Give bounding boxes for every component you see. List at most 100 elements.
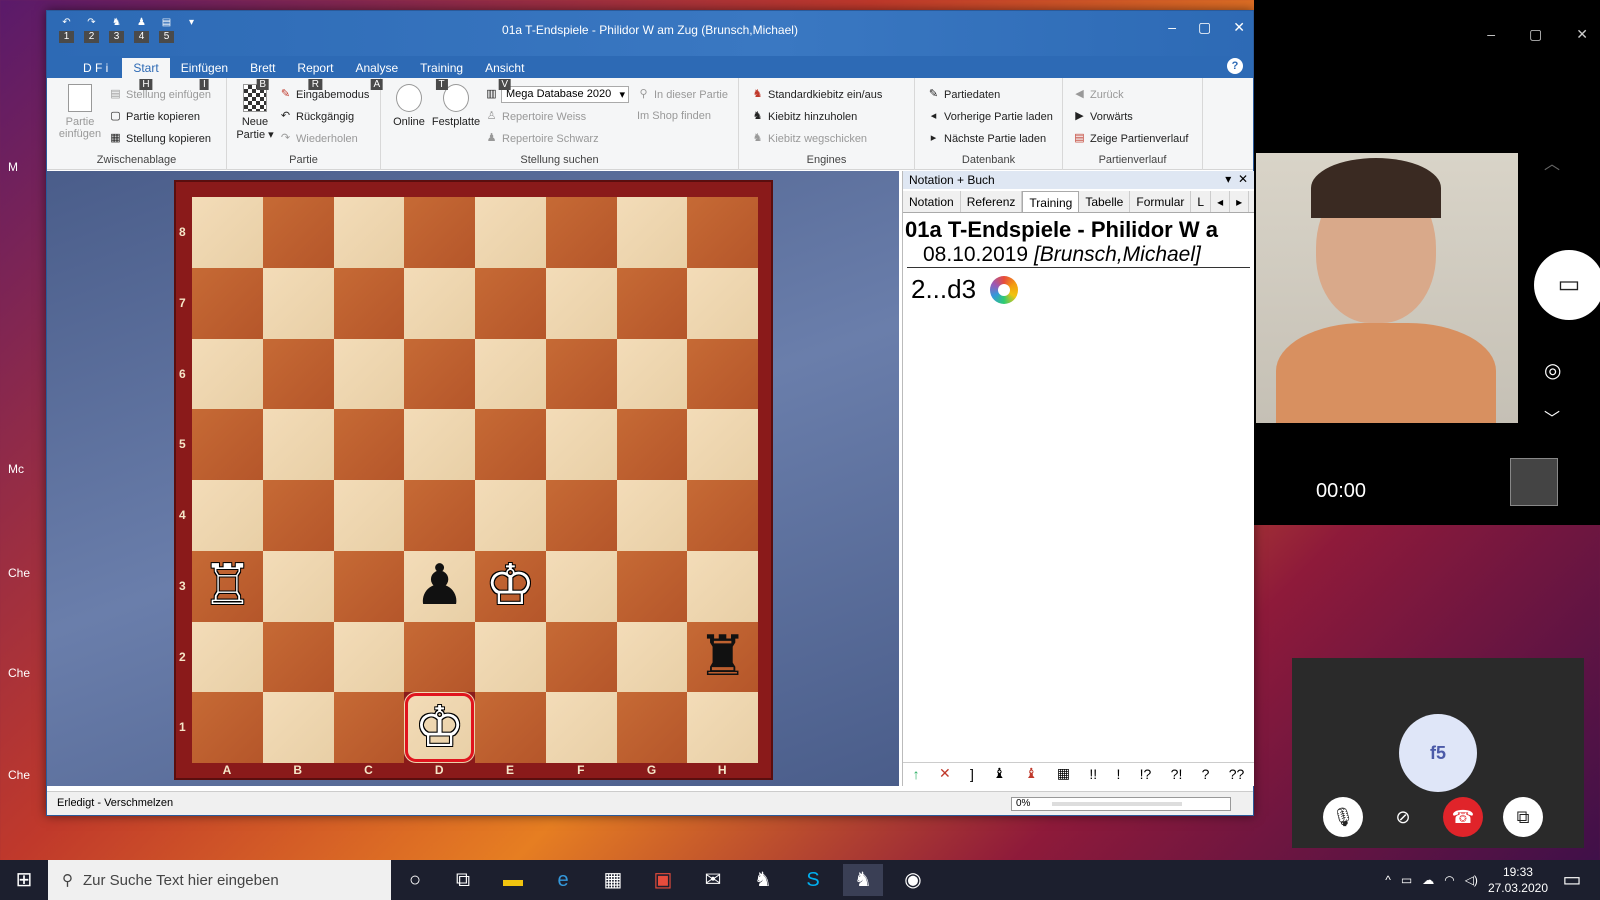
- tab-training[interactable]: Training T: [409, 58, 474, 90]
- square-d2[interactable]: [404, 621, 475, 693]
- square-h4[interactable]: [687, 480, 758, 551]
- square-g2[interactable]: [616, 621, 688, 693]
- square-h7[interactable]: [687, 267, 758, 339]
- edge-icon[interactable]: e: [543, 864, 583, 896]
- square-h6[interactable]: [687, 338, 758, 410]
- tab-brett[interactable]: Brett B: [239, 58, 286, 90]
- input-mode-button[interactable]: ✎ Eingabemodus: [279, 88, 370, 101]
- square-h2[interactable]: ♜: [687, 621, 758, 693]
- square-d3[interactable]: ♟: [404, 550, 475, 622]
- square-f3[interactable]: [545, 550, 617, 622]
- database-select[interactable]: Mega Database 2020 ▾: [501, 86, 629, 103]
- clock[interactable]: 19:33 27.03.2020: [1488, 864, 1548, 896]
- mail-icon[interactable]: ✉: [693, 864, 733, 896]
- square-e2[interactable]: [475, 621, 546, 693]
- annotation-symbol[interactable]: ?: [1202, 766, 1210, 782]
- annotation-symbol[interactable]: !!: [1089, 766, 1097, 782]
- online-search-button[interactable]: Online: [389, 84, 429, 128]
- white-king[interactable]: ♔: [415, 699, 465, 756]
- chevron-up-icon[interactable]: ^: [1385, 873, 1391, 887]
- tab-formular[interactable]: Formular: [1130, 191, 1192, 212]
- square-e6[interactable]: [475, 338, 546, 410]
- tab-training[interactable]: Training: [1022, 191, 1080, 212]
- redo-button[interactable]: ↷ Wiederholen: [279, 132, 358, 145]
- move-text[interactable]: 2...d3: [911, 274, 976, 305]
- tab-more[interactable]: L: [1191, 191, 1212, 212]
- tab-scroll-left-icon[interactable]: ◂: [1211, 191, 1231, 212]
- tab-report[interactable]: Report R: [286, 58, 344, 90]
- square-c2[interactable]: [333, 621, 405, 693]
- square-a3[interactable]: ♖: [192, 550, 263, 622]
- tab-einfuegen[interactable]: Einfügen I: [170, 58, 239, 90]
- square-f8[interactable]: [545, 197, 617, 268]
- square-g4[interactable]: [616, 480, 688, 551]
- file-menu[interactable]: D F i: [69, 58, 122, 78]
- copy-game-button[interactable]: ▢ Partie kopieren: [109, 110, 200, 123]
- back-button[interactable]: ◀ Zurück: [1073, 88, 1123, 101]
- square-a1[interactable]: [192, 692, 263, 763]
- search-input[interactable]: ⚲ Zur Suche Text hier eingeben: [48, 860, 391, 900]
- square-c7[interactable]: [333, 267, 405, 339]
- square-g6[interactable]: [616, 338, 688, 410]
- chevron-down-icon[interactable]: ﹀: [1544, 405, 1560, 429]
- camera-snapshot-icon[interactable]: ◎: [1544, 358, 1561, 383]
- forward-button[interactable]: ▶ Vorwärts: [1073, 110, 1133, 123]
- repertoire-white-button[interactable]: ♙ Repertoire Weiss: [485, 110, 587, 123]
- store-icon[interactable]: ▦: [593, 864, 633, 896]
- square-d1[interactable]: ♔: [404, 692, 475, 763]
- shop-find-button[interactable]: Im Shop finden: [637, 110, 711, 122]
- square-g1[interactable]: [616, 692, 688, 763]
- square-b7[interactable]: [262, 267, 334, 339]
- square-h3[interactable]: [687, 550, 758, 622]
- camera-icon[interactable]: ◉: [893, 864, 933, 896]
- square-g8[interactable]: [616, 197, 688, 268]
- annotation-symbol[interactable]: !?: [1140, 766, 1152, 782]
- gift-icon[interactable]: ▣: [643, 864, 683, 896]
- annotation-symbol[interactable]: ✕: [939, 765, 951, 782]
- square-d8[interactable]: [404, 197, 475, 268]
- disk-search-button[interactable]: Festplatte: [431, 84, 481, 128]
- microphone-icon[interactable]: 🎙: [1323, 797, 1363, 837]
- volume-icon[interactable]: ◁): [1465, 873, 1478, 887]
- tab-referenz[interactable]: Referenz: [961, 191, 1023, 212]
- tab-tabelle[interactable]: Tabelle: [1079, 191, 1131, 212]
- maximize-icon[interactable]: ▢: [1198, 19, 1211, 36]
- battery-icon[interactable]: ▭: [1401, 873, 1412, 887]
- annotation-symbol[interactable]: ??: [1229, 766, 1245, 782]
- square-a7[interactable]: [192, 267, 263, 339]
- chessbase-active-icon[interactable]: ♞: [843, 864, 883, 896]
- square-b6[interactable]: [262, 338, 334, 410]
- self-view-tile[interactable]: [1510, 458, 1558, 506]
- square-d5[interactable]: [404, 409, 475, 480]
- square-h8[interactable]: [687, 197, 758, 268]
- annotation-symbol[interactable]: ♝: [1025, 765, 1038, 782]
- square-g5[interactable]: [616, 409, 688, 480]
- square-c6[interactable]: [333, 338, 405, 410]
- square-e5[interactable]: [475, 409, 546, 480]
- square-d4[interactable]: [404, 480, 475, 551]
- square-b1[interactable]: [262, 692, 334, 763]
- annotation-symbol[interactable]: ↑: [913, 766, 920, 782]
- close-icon[interactable]: ✕: [1238, 172, 1248, 186]
- next-game-button[interactable]: ▸ Nächste Partie laden: [927, 132, 1046, 145]
- square-e1[interactable]: [475, 692, 546, 763]
- square-b8[interactable]: [262, 197, 334, 268]
- square-a6[interactable]: [192, 338, 263, 410]
- square-g7[interactable]: [616, 267, 688, 339]
- close-icon[interactable]: ✕: [1233, 19, 1245, 36]
- square-f4[interactable]: [545, 480, 617, 551]
- cloud-icon[interactable]: ☁: [1422, 873, 1434, 887]
- square-c4[interactable]: [333, 480, 405, 551]
- annotation-symbol[interactable]: ]: [970, 766, 974, 782]
- annotation-symbol[interactable]: ?!: [1171, 766, 1183, 782]
- prev-game-button[interactable]: ◂ Vorherige Partie laden: [927, 110, 1053, 123]
- square-e4[interactable]: [475, 480, 546, 551]
- square-f2[interactable]: [545, 621, 617, 693]
- black-pawn[interactable]: ♟: [415, 558, 465, 614]
- skype-icon[interactable]: S: [793, 864, 833, 896]
- tab-analyse[interactable]: Analyse A: [344, 58, 409, 90]
- white-rook[interactable]: ♖: [202, 558, 252, 614]
- annotation-symbol[interactable]: !: [1116, 766, 1120, 782]
- square-h1[interactable]: [687, 692, 758, 763]
- black-king-on-e3[interactable]: ♔: [485, 558, 535, 614]
